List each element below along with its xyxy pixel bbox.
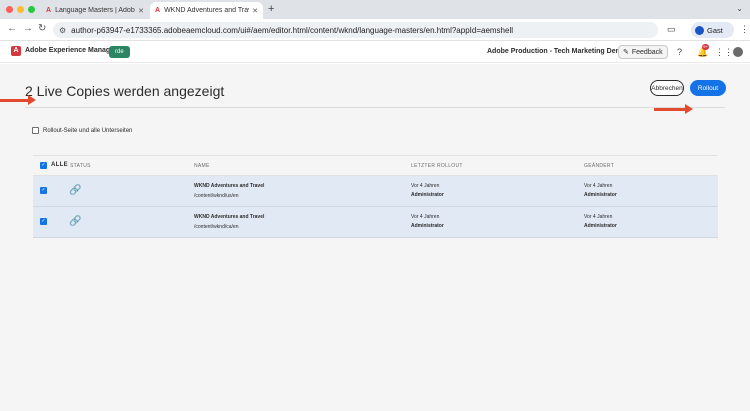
url-text: author-p63947-e1733365.adobeaemcloud.com… (71, 25, 514, 35)
apps-grid-icon[interactable]: ⋮⋮ (715, 47, 733, 58)
column-header-status[interactable]: STATUS (70, 163, 91, 169)
adobe-favicon-icon: A (46, 7, 52, 14)
tab-search-chevron-icon[interactable]: ⌄ (736, 4, 743, 13)
maximize-window-button[interactable] (28, 6, 35, 13)
table-row[interactable]: ✓ 🔗 WKND Adventures and Travel /content/… (33, 176, 718, 207)
row-last-rollout-user: Administrator (411, 223, 444, 229)
close-tab-icon[interactable]: ✕ (252, 7, 258, 15)
adobe-logo-icon[interactable]: A (11, 46, 21, 56)
annotation-arrow-right (654, 104, 693, 114)
browser-tab-language-masters[interactable]: A Language Masters | Adobe E... ✕ (41, 2, 149, 19)
adobe-favicon-icon: A (155, 7, 161, 14)
table-header: ✓ ALLE STATUS NAME LETZTER ROLLOUT GEÄND… (33, 155, 718, 176)
notification-badge: 9+ (702, 44, 709, 50)
table-row[interactable]: ✓ 🔗 WKND Adventures and Travel /content/… (33, 207, 718, 238)
live-copies-table: ✓ ALLE STATUS NAME LETZTER ROLLOUT GEÄND… (33, 155, 718, 238)
row-name: WKND Adventures and Travel (194, 214, 265, 220)
aem-shell-header: A Adobe Experience Manager rde Adobe Pro… (0, 42, 750, 63)
forward-icon[interactable]: → (23, 23, 33, 34)
profile-icon (695, 25, 704, 35)
row-modified-time: Vor 4 Jahren (584, 214, 613, 220)
avatar[interactable] (733, 47, 743, 57)
row-modified-time: Vor 4 Jahren (584, 183, 613, 189)
reload-icon[interactable]: ↻ (38, 23, 46, 34)
link-icon: 🔗 (69, 216, 82, 227)
rollout-subpages-checkbox[interactable] (32, 127, 39, 134)
rollout-button[interactable]: Rollout (690, 80, 726, 96)
menu-icon[interactable]: ⋮ (740, 24, 749, 35)
close-tab-icon[interactable]: ✕ (138, 7, 144, 15)
minimize-window-button[interactable] (17, 6, 24, 13)
select-all-label: ALLE (51, 162, 68, 168)
tab-title: WKND Adventures and Trave... (164, 7, 249, 14)
divider (25, 107, 725, 108)
rollout-subpages-option[interactable]: Rollout-Seite und alle Unterseiten (32, 127, 132, 134)
row-path: /content/wknd/us/en (194, 193, 239, 199)
page-title: 2 Live Copies werden angezeigt (25, 83, 225, 99)
row-checkbox[interactable]: ✓ (40, 187, 47, 194)
tune-icon[interactable]: ⚙ (59, 26, 66, 35)
row-path: /content/wknd/ca/en (194, 224, 239, 230)
profile-button[interactable]: Gast (691, 22, 734, 38)
annotation-arrow-left (0, 95, 36, 105)
row-checkbox[interactable]: ✓ (40, 218, 47, 225)
link-icon: 🔗 (69, 185, 82, 196)
cancel-button[interactable]: Abbrechen (650, 80, 684, 96)
browser-tab-bar: A Language Masters | Adobe E... ✕ A WKND… (0, 0, 750, 19)
profile-label: Gast (707, 25, 723, 35)
select-all-checkbox[interactable]: ✓ (40, 162, 47, 169)
row-modified-user: Administrator (584, 223, 617, 229)
row-modified-user: Administrator (584, 192, 617, 198)
environment-badge: rde (109, 46, 130, 58)
feedback-button[interactable]: ✎ Feedback (618, 45, 668, 59)
row-last-rollout-time: Vor 4 Jahren (411, 183, 440, 189)
address-bar[interactable]: ⚙ author-p63947-e1733365.adobeaemcloud.c… (53, 22, 658, 38)
row-last-rollout-user: Administrator (411, 192, 444, 198)
rollout-subpages-label: Rollout-Seite und alle Unterseiten (43, 127, 133, 134)
cast-icon[interactable]: ▭ (667, 24, 676, 35)
feedback-label: Feedback (631, 48, 663, 56)
tab-title: Language Masters | Adobe E... (55, 7, 135, 14)
help-icon[interactable]: ? (677, 47, 682, 57)
live-copies-panel: 2 Live Copies werden angezeigt Abbrechen… (0, 64, 750, 411)
new-tab-icon[interactable]: + (268, 3, 274, 15)
close-window-button[interactable] (6, 6, 13, 13)
back-icon[interactable]: ← (7, 23, 17, 34)
column-header-name[interactable]: NAME (194, 163, 210, 169)
feedback-icon: ✎ (623, 49, 629, 56)
column-header-last-rollout[interactable]: LETZTER ROLLOUT (411, 163, 463, 169)
row-last-rollout-time: Vor 4 Jahren (411, 214, 440, 220)
product-name: Adobe Experience Manager (25, 47, 117, 54)
column-header-modified[interactable]: GEÄNDERT (584, 163, 614, 169)
browser-toolbar: ← → ↻ ⚙ author-p63947-e1733365.adobeaemc… (0, 19, 750, 41)
browser-tab-wknd[interactable]: A WKND Adventures and Trave... ✕ (150, 2, 263, 19)
org-switcher[interactable]: Adobe Production - Tech Marketing Demos (487, 48, 630, 55)
row-name: WKND Adventures and Travel (194, 183, 265, 189)
